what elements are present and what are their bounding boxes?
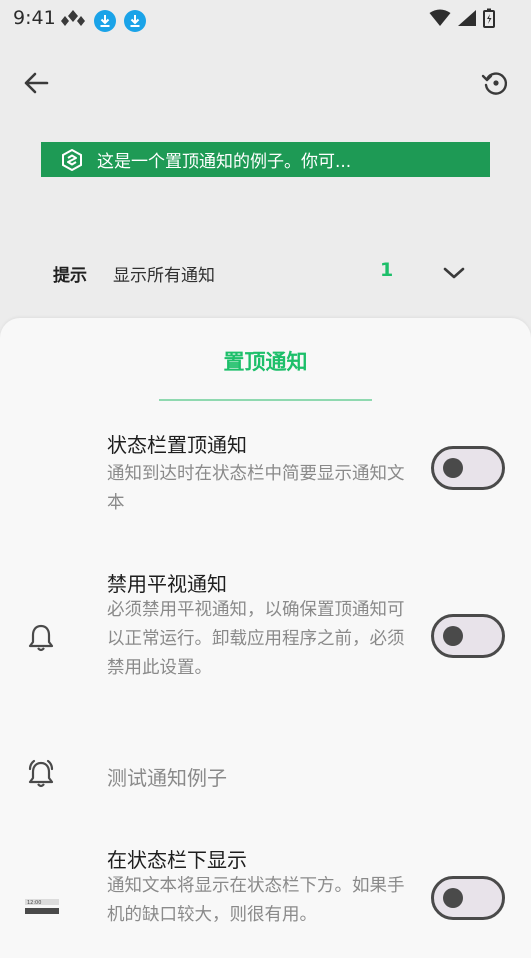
filter-value: 显示所有通知 — [113, 266, 215, 286]
toggle-knob — [443, 458, 463, 478]
arrow-left-icon — [24, 72, 49, 94]
status-time: 9:41 — [13, 7, 56, 29]
test-notification-label: 测试通知例子 — [107, 766, 227, 790]
filter-dropdown-button[interactable] — [440, 259, 468, 287]
setting-title: 状态栏置顶通知 — [107, 433, 247, 457]
bell-ring-icon — [24, 757, 58, 791]
download-icon — [124, 10, 146, 32]
disable-heads-up-toggle[interactable] — [431, 614, 505, 658]
status-icons-left — [60, 8, 146, 34]
setting-description: 必须禁用平视通知，以确保置顶通知可以正常运行。卸载应用程序之前，必须禁用此设置。 — [107, 600, 405, 678]
bottom-sheet: 置顶通知 状态栏置顶通知 通知到达时在状态栏中简要显示通知文本 禁用平视通知 必… — [0, 318, 531, 958]
sheet-title-underline — [159, 399, 372, 401]
toggle-knob — [443, 888, 463, 908]
toolbar — [0, 55, 531, 111]
download-icon — [94, 10, 116, 32]
notification-preview: 这是一个置顶通知的例子。你可... — [41, 142, 490, 177]
toggle-knob — [443, 626, 463, 646]
cell-signal-icon — [457, 9, 477, 31]
restore-icon — [481, 72, 508, 95]
svg-text:12:00: 12:00 — [27, 900, 41, 906]
setting-description: 通知文本将显示在状态栏下方。如果手机的缺口较大，则很有用。 — [107, 876, 405, 925]
back-button[interactable] — [18, 65, 54, 101]
sheet-title: 置顶通知 — [223, 350, 308, 374]
restore-button[interactable] — [477, 65, 513, 101]
battery-icon — [483, 8, 495, 32]
setting-title: 禁用平视通知 — [107, 572, 227, 596]
chevron-down-icon — [443, 267, 465, 279]
status-bar: 9:41 — [0, 0, 531, 38]
setting-description: 通知到达时在状态栏中简要显示通知文本 — [107, 464, 405, 513]
setting-title: 在状态栏下显示 — [107, 848, 247, 872]
filter-label: 提示 — [53, 266, 87, 286]
statusbar-pinned-toggle[interactable] — [431, 446, 505, 490]
preview-text: 这是一个置顶通知的例子。你可... — [97, 152, 352, 172]
app-logo-icon — [61, 148, 83, 171]
notification-filter-row[interactable]: 提示 显示所有通知 1 — [0, 245, 531, 301]
status-icons-right — [429, 8, 495, 32]
wifi-icon — [429, 9, 451, 31]
bell-icon — [24, 621, 58, 655]
show-below-statusbar-toggle[interactable] — [431, 876, 505, 920]
filter-count: 1 — [380, 259, 394, 281]
app-notification-icon — [60, 8, 86, 34]
statusbar-preview-icon: 12:00 — [24, 890, 60, 924]
